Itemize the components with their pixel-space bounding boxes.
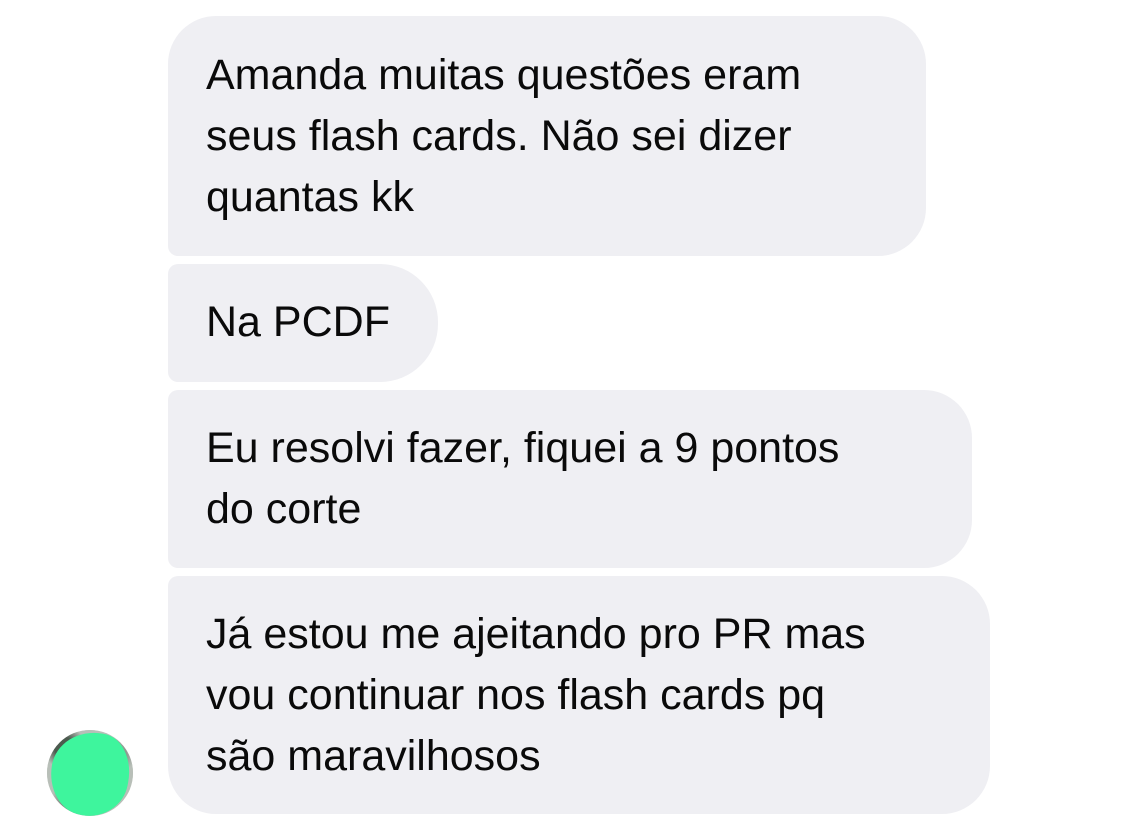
message-bubble[interactable]: Eu resolvi fazer, fiquei a 9 pontos do c… (168, 390, 972, 568)
message-bubble[interactable]: Amanda muitas questões eram seus flash c… (168, 16, 926, 256)
message-bubble[interactable]: Na PCDF (168, 264, 438, 382)
message-bubble[interactable]: Já estou me ajeitando pro PR mas vou con… (168, 576, 990, 814)
avatar[interactable] (47, 730, 133, 816)
